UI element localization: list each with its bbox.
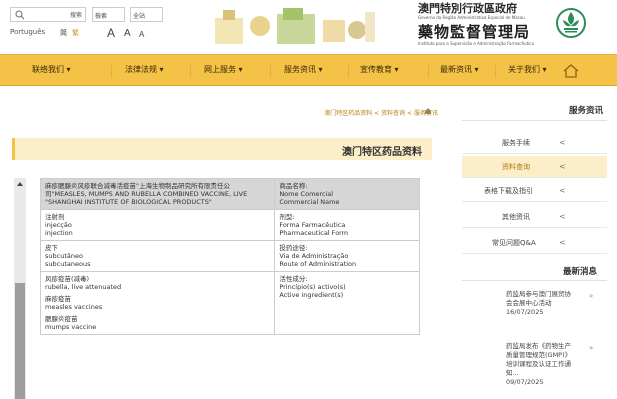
nav-item-online[interactable]: 网上服务 ▾: [204, 64, 243, 75]
search-input[interactable]: 搜索: [10, 7, 86, 22]
sidebar-header: 服务资讯: [462, 101, 607, 121]
nav-divider: [348, 63, 349, 78]
table-cell-value: 麻疹腮腺炎风疹联合减毒活疫苗"上海生物制品研究所有限责任公司"MEASLES, …: [39, 178, 276, 210]
table-row: 注射剂 injecção injection 剂型: Forma Farmacê…: [39, 209, 420, 241]
chevron-down-icon: ▾: [238, 65, 243, 74]
chevron-left-icon: <: [559, 138, 566, 147]
sidebar-item-query[interactable]: 资料查询 <: [462, 156, 607, 178]
org-name-zh-1: 澳門特別行政區政府: [418, 2, 517, 15]
news-item-date: 16/07/2025: [506, 308, 544, 316]
search-scope-select[interactable]: 檢索: [92, 7, 125, 22]
nav-divider: [190, 63, 191, 78]
chevron-down-icon: ▾: [159, 65, 164, 74]
breadcrumb-link-query[interactable]: 资料查询: [381, 110, 405, 117]
chevron-left-icon: <: [559, 162, 566, 171]
nav-item-services[interactable]: 服务资讯 ▾: [284, 64, 323, 75]
chevron-left-icon: <: [559, 212, 566, 221]
breadcrumb-current: 澳门特区药品资料: [324, 110, 373, 117]
lang-traditional-link[interactable]: 繁: [72, 28, 79, 38]
nav-item-education[interactable]: 宣传教育 ▾: [360, 64, 399, 75]
site-select[interactable]: 全站: [130, 7, 163, 22]
sidebar-item-forms[interactable]: 表格下载及指引 <: [462, 180, 607, 202]
table-cell-value: 风疹疫苗(减毒) rubella, live attenuated 麻疹疫苗 m…: [39, 271, 276, 335]
nav-divider: [111, 63, 112, 78]
font-small-button[interactable]: A: [139, 30, 144, 46]
page-title: 澳门特区药品资料: [342, 147, 422, 158]
sidebar-item-other[interactable]: 其他资讯 <: [462, 206, 607, 228]
search-button[interactable]: 搜索: [70, 10, 82, 19]
search-icon[interactable]: [15, 10, 25, 20]
nav-item-news[interactable]: 最新资讯 ▾: [440, 64, 479, 75]
page-title-bar: 澳门特区药品资料: [12, 138, 432, 160]
news-title: 最新消息: [562, 267, 597, 277]
breadcrumb: 澳门特区药品资料 < 资料查询 < 服务资讯: [324, 110, 438, 117]
header-banner-image: [205, 4, 380, 48]
table-cell-label: 剂型: Forma Farmacêutica Pharmaceutical Fo…: [274, 209, 420, 241]
chevron-down-icon: ▾: [474, 65, 479, 74]
main-nav: 关于我们 ▾ 最新资讯 ▾ 宣传教育 ▾ 服务资讯 ▾ 网上服务 ▾ 法律法规 …: [0, 54, 617, 86]
nav-item-law[interactable]: 法律法规 ▾: [125, 64, 164, 75]
font-medium-button[interactable]: A: [124, 28, 131, 44]
sidebar-item-faq[interactable]: 常见问题Q&A <: [462, 232, 607, 254]
chevron-down-icon: ▾: [542, 65, 547, 74]
scrollbar-thumb[interactable]: [15, 283, 25, 399]
nav-divider: [270, 63, 271, 78]
chevron-down-icon: ▾: [394, 65, 399, 74]
sidebar-title: 服务资讯: [568, 106, 603, 116]
nav-divider: [428, 63, 429, 78]
sidebar-item-procedures[interactable]: 服务手续 <: [462, 132, 607, 154]
scroll-up-arrow-icon[interactable]: [16, 180, 24, 188]
table-cell-label: 投药途径: Via de Administração Route of Admi…: [274, 240, 420, 272]
chevron-left-icon: <: [559, 238, 566, 247]
nav-item-contact[interactable]: 联络我们 ▾: [32, 64, 71, 75]
table-row: 皮下 subcutâneo subcutaneous 投药途径: Via de …: [39, 240, 420, 272]
lang-simplified-link[interactable]: 简: [60, 28, 67, 38]
org-name-pt-1: Governo da Região Administrativa Especia…: [418, 15, 525, 20]
table-cell-label: 活性成分: Princípio(s) activo(s) Active ingr…: [274, 271, 420, 335]
chevron-double-icon: »: [589, 344, 594, 352]
news-header: 最新消息: [462, 261, 607, 281]
org-name-zh-2: 藥物監督管理局: [418, 23, 531, 41]
org-name-pt-2: Instituto para a Supervisão e Administra…: [418, 41, 534, 46]
site-header: 澳門特別行政區政府 Governo da Região Administrati…: [0, 0, 617, 52]
news-item-date: 09/07/2025: [506, 378, 544, 386]
chevron-double-icon: »: [589, 292, 594, 300]
font-large-button[interactable]: A: [107, 26, 115, 42]
lang-portuguese-link[interactable]: Português: [10, 28, 45, 36]
table-cell-label: 商品名称: Nome Comercial Commercial Name: [274, 178, 420, 210]
table-cell-value: 注射剂 injecção injection: [39, 209, 276, 241]
nav-divider: [495, 63, 496, 78]
table-cell-value: 皮下 subcutâneo subcutaneous: [39, 240, 276, 272]
home-icon[interactable]: [556, 59, 586, 83]
news-item-text[interactable]: 药监局参与澳门展贸协会会展中心活动: [506, 290, 571, 307]
nav-item-about[interactable]: 关于我们 ▾: [508, 64, 547, 75]
chevron-left-icon: <: [559, 186, 566, 195]
news-item-text[interactable]: 药监局发布《药物生产质量管理规范(GMP)》培训课程及认证工作通知...: [506, 342, 571, 377]
chevron-down-icon: ▾: [318, 65, 323, 74]
table-row: 麻疹腮腺炎风疹联合减毒活疫苗"上海生物制品研究所有限责任公司"MEASLES, …: [39, 178, 420, 210]
table-row: 风疹疫苗(减毒) rubella, live attenuated 麻疹疫苗 m…: [39, 271, 420, 335]
macao-emblem-icon[interactable]: [555, 6, 587, 40]
chevron-down-icon: ▾: [66, 65, 71, 74]
breadcrumb-link-services[interactable]: 服务资讯: [414, 110, 438, 117]
drug-info-table: 麻疹腮腺炎风疹联合减毒活疫苗"上海生物制品研究所有限责任公司"MEASLES, …: [39, 178, 420, 335]
